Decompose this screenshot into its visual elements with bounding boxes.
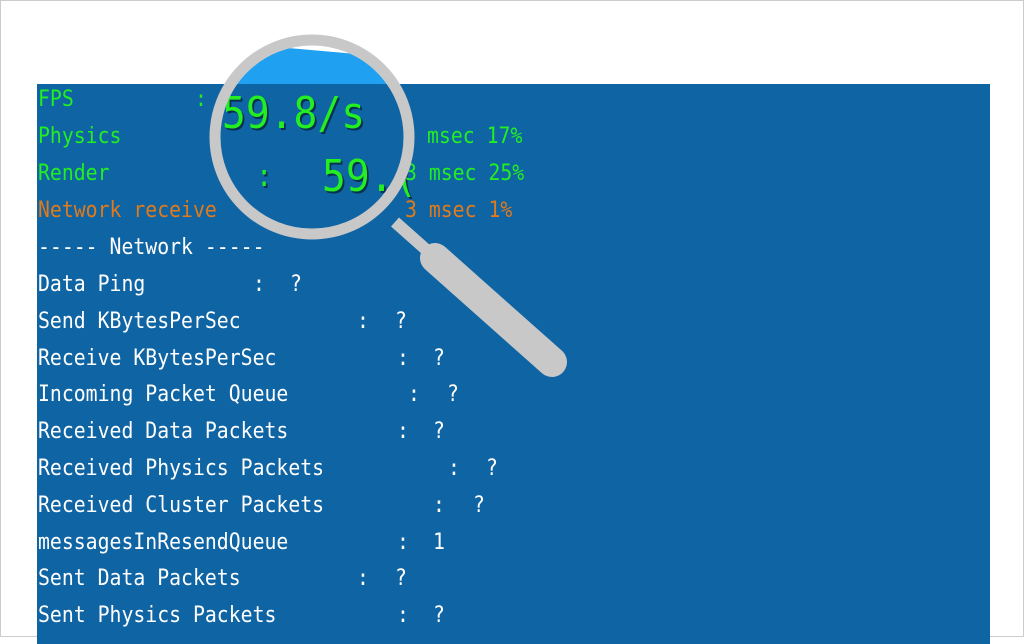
magnifying-glass-icon xyxy=(209,34,567,377)
